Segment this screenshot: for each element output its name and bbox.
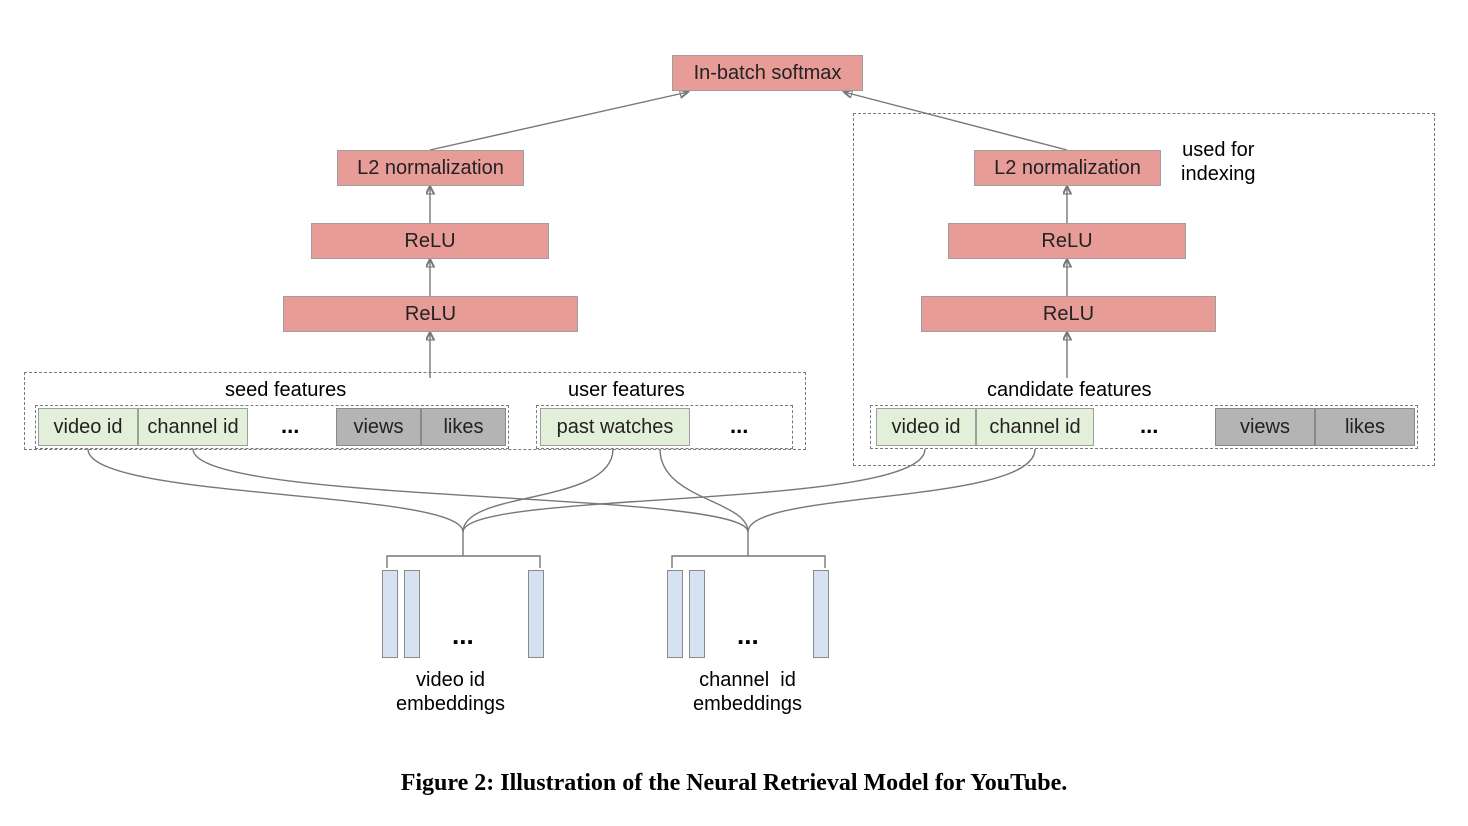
left-relu-upper-label: ReLU	[404, 230, 455, 253]
left-relu-lower-label: ReLU	[405, 303, 456, 326]
video-embeddings-label: video id embeddings	[396, 668, 505, 716]
video-emb-bar-2	[404, 570, 420, 658]
seed-views-label: views	[353, 416, 403, 439]
cand-likes: likes	[1315, 408, 1415, 446]
diagram-stage: In-batch softmax L2 normalization ReLU R…	[0, 0, 1468, 826]
softmax-label: In-batch softmax	[694, 62, 842, 85]
cand-ellipsis: ...	[1140, 413, 1158, 439]
figure-caption: Figure 2: Illustration of the Neural Ret…	[0, 770, 1468, 797]
cand-views: views	[1215, 408, 1315, 446]
seed-channel-id: channel id	[138, 408, 248, 446]
cand-views-label: views	[1240, 416, 1290, 439]
channel-emb-bar-2	[689, 570, 705, 658]
seed-video-id-label: video id	[54, 416, 123, 439]
seed-likes-label: likes	[443, 416, 483, 439]
channel-embeddings-label: channel id embeddings	[693, 668, 802, 716]
video-emb-ellipsis: ...	[452, 620, 474, 651]
cand-video-id-label: video id	[892, 416, 961, 439]
channel-emb-bar-1	[667, 570, 683, 658]
user-past-watches: past watches	[540, 408, 690, 446]
channel-emb-bar-3	[813, 570, 829, 658]
cand-channel-id: channel id	[976, 408, 1094, 446]
user-past-watches-label: past watches	[557, 416, 674, 439]
cand-likes-label: likes	[1345, 416, 1385, 439]
seed-video-id: video id	[38, 408, 138, 446]
left-l2-label: L2 normalization	[357, 157, 504, 180]
channel-emb-ellipsis: ...	[737, 620, 759, 651]
seed-likes: likes	[421, 408, 506, 446]
softmax-box: In-batch softmax	[672, 55, 863, 91]
cand-video-id: video id	[876, 408, 976, 446]
video-emb-bar-3	[528, 570, 544, 658]
candidate-features-label: candidate features	[987, 378, 1152, 402]
video-emb-bar-1	[382, 570, 398, 658]
user-ellipsis: ...	[730, 413, 748, 439]
left-l2-box: L2 normalization	[337, 150, 524, 186]
seed-views: views	[336, 408, 421, 446]
cand-channel-id-label: channel id	[989, 416, 1080, 439]
seed-channel-id-label: channel id	[147, 416, 238, 439]
left-relu-lower: ReLU	[283, 296, 578, 332]
seed-ellipsis: ...	[281, 413, 299, 439]
left-relu-upper: ReLU	[311, 223, 549, 259]
